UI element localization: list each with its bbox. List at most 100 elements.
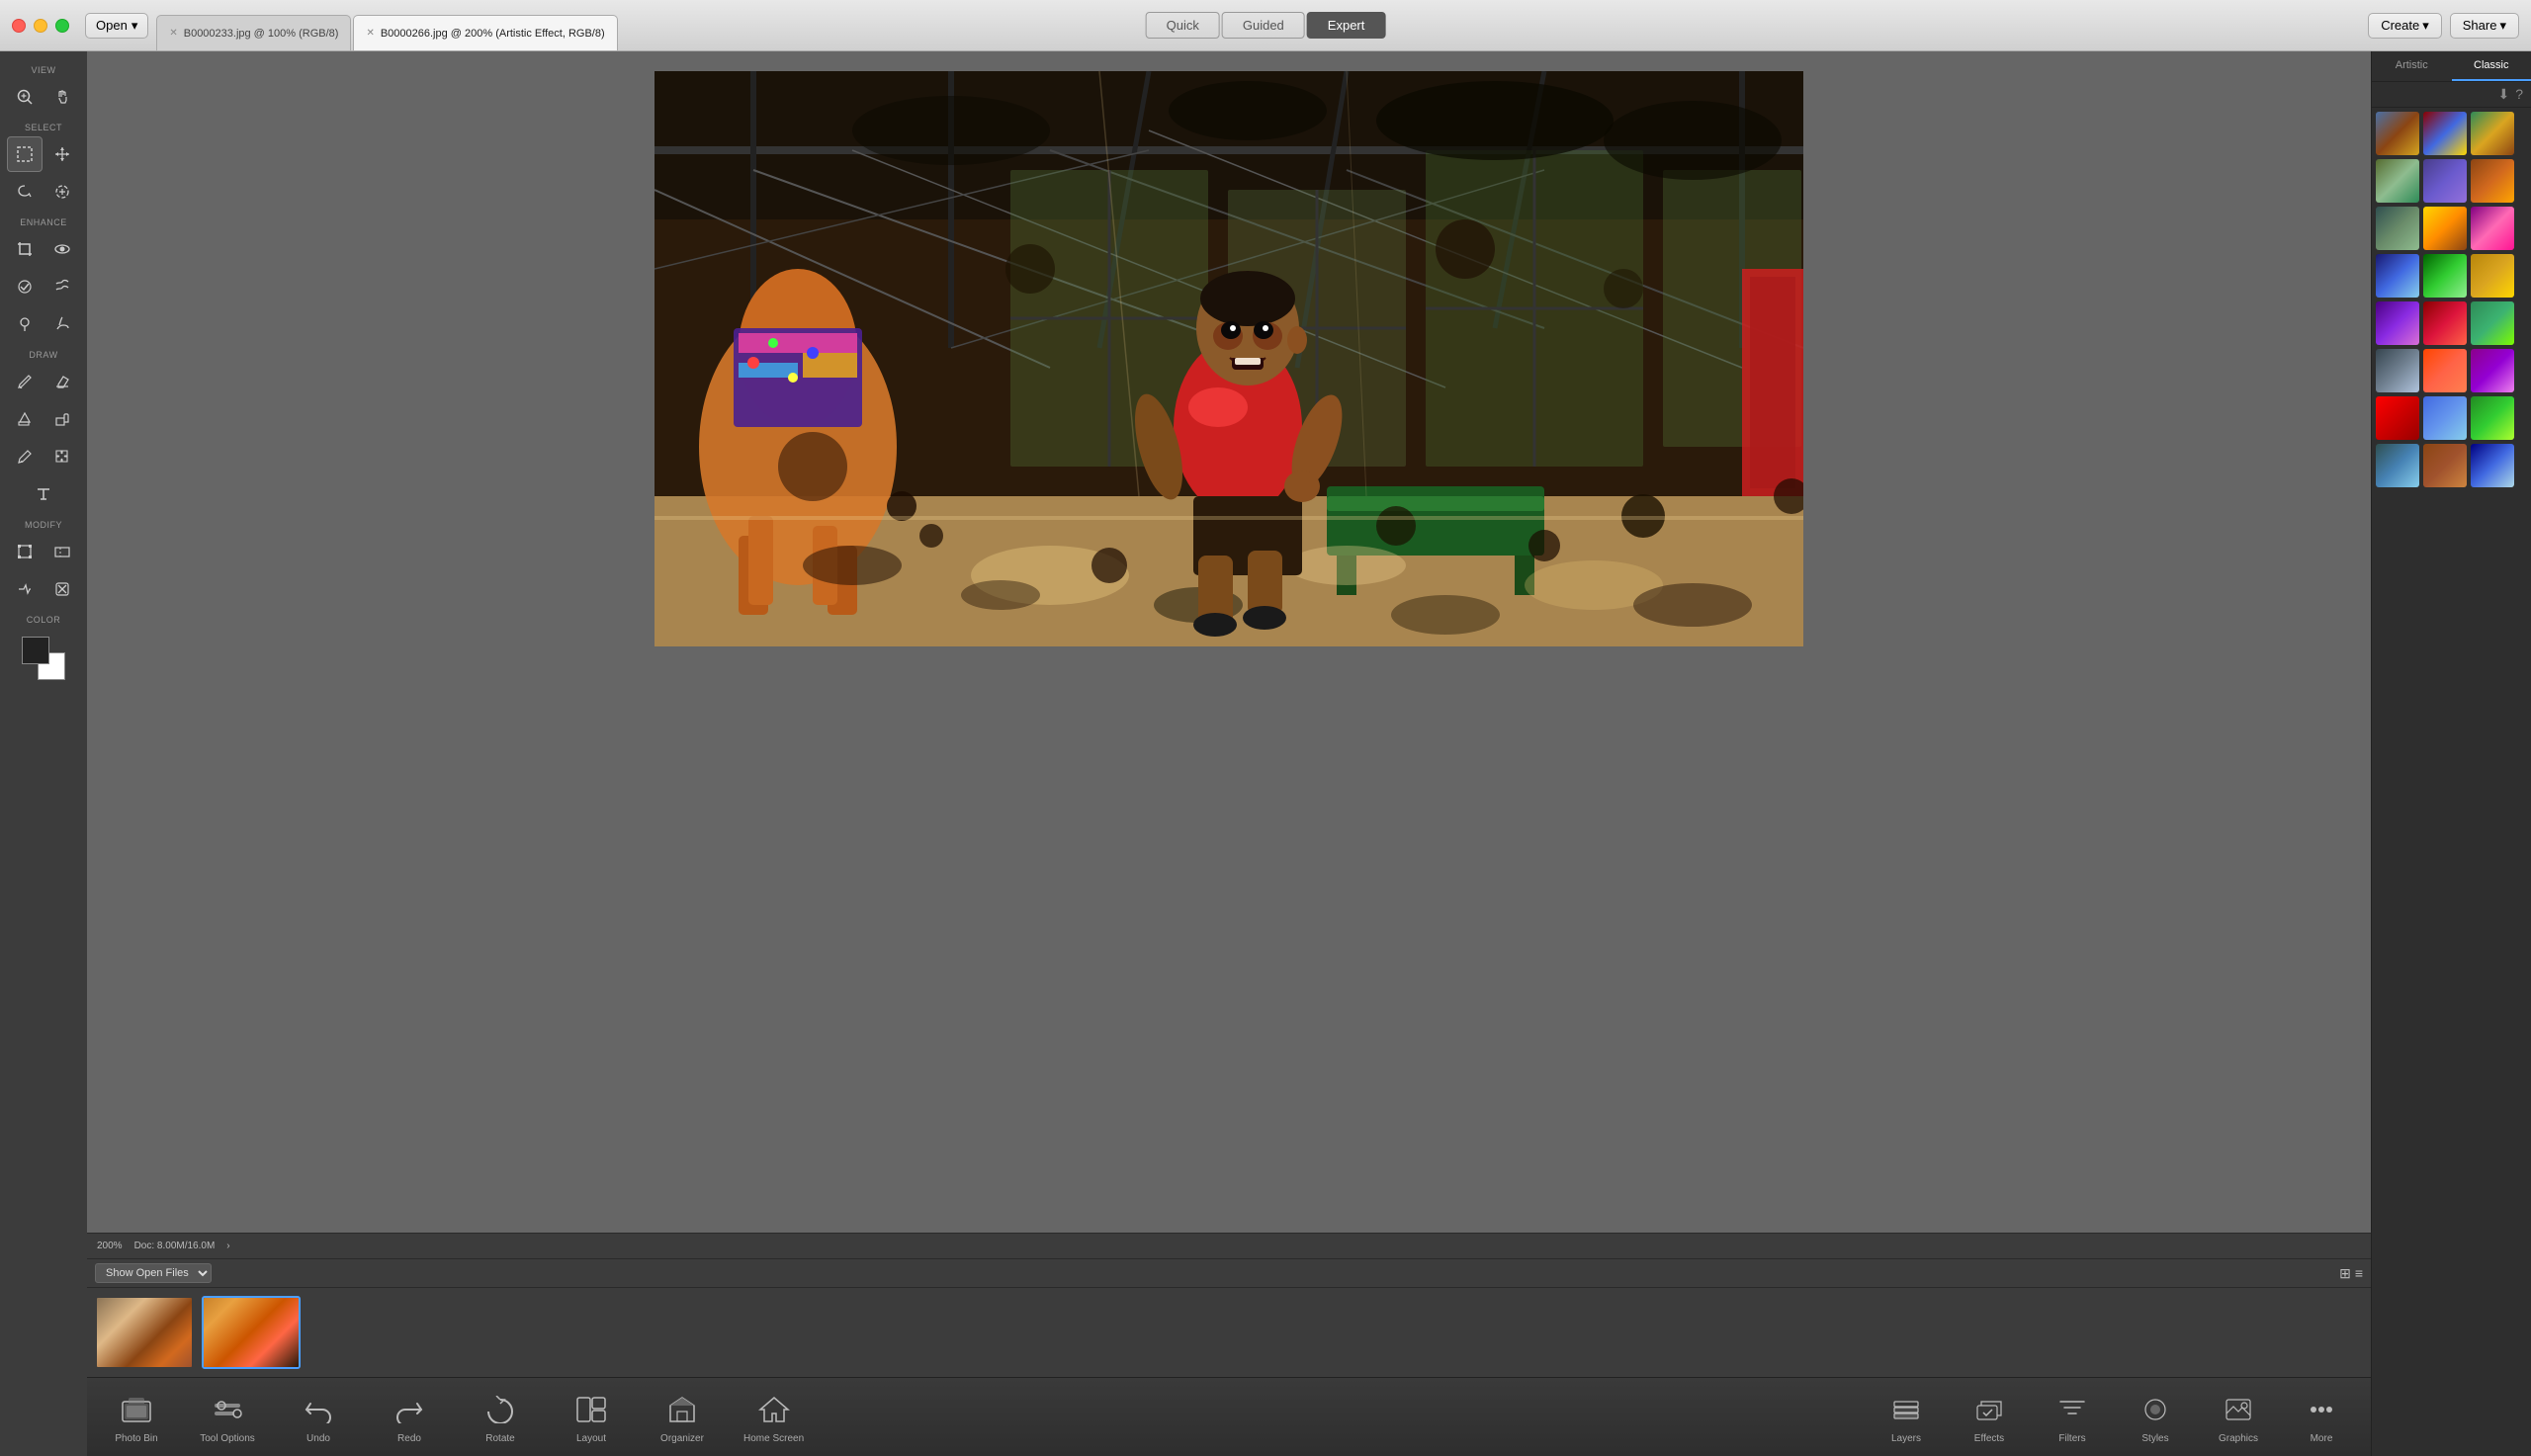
help-panel-icon[interactable]: ?	[2515, 86, 2523, 103]
filter-thumb-16[interactable]	[2376, 349, 2419, 392]
maximize-window-button[interactable]	[55, 19, 69, 33]
effects-panel-tool[interactable]: Effects	[1960, 1390, 2019, 1444]
brush-tool-button[interactable]	[7, 364, 43, 399]
artistic-tab[interactable]: Artistic	[2372, 51, 2452, 81]
minimize-window-button[interactable]	[34, 19, 47, 33]
smudge-icon	[53, 315, 71, 333]
filter-thumb-2[interactable]	[2423, 112, 2467, 155]
filter-thumb-19[interactable]	[2376, 396, 2419, 440]
filter-thumb-17[interactable]	[2423, 349, 2467, 392]
photo-bin-list-icon[interactable]: ≡	[2355, 1265, 2363, 1282]
zoom-tool-button[interactable]	[7, 79, 43, 115]
foreground-color-swatch[interactable]	[22, 637, 49, 664]
zoom-control[interactable]: 200%	[97, 1241, 123, 1251]
hand-tool-button[interactable]	[44, 79, 80, 115]
photo-bin-grid-icon[interactable]: ⊞	[2339, 1265, 2351, 1282]
show-files-select[interactable]: Show Open Files	[95, 1263, 212, 1283]
puzzle-button[interactable]	[44, 439, 80, 474]
filter-thumb-20[interactable]	[2423, 396, 2467, 440]
tab-2-close[interactable]: ✕	[366, 28, 374, 39]
warp-tool-button[interactable]	[44, 269, 80, 304]
filter-thumb-13[interactable]	[2376, 301, 2419, 345]
color-swatches[interactable]	[22, 637, 65, 680]
filter-thumb-22[interactable]	[2376, 444, 2419, 487]
filter-thumb-12[interactable]	[2471, 254, 2514, 298]
filter-thumb-7[interactable]	[2376, 207, 2419, 250]
guided-mode-button[interactable]: Guided	[1222, 12, 1305, 39]
pattern-stamp-button[interactable]	[44, 401, 80, 437]
create-button[interactable]: Create ▾	[2368, 13, 2442, 39]
eraser-tool-button[interactable]	[44, 364, 80, 399]
close-window-button[interactable]	[12, 19, 26, 33]
marquee-tool-button[interactable]	[7, 136, 43, 172]
select-section-label: SELECT	[4, 123, 83, 132]
smudge-button[interactable]	[44, 306, 80, 342]
share-button[interactable]: Share ▾	[2450, 13, 2519, 39]
quick-mode-button[interactable]: Quick	[1146, 12, 1220, 39]
move-tool-button[interactable]	[44, 136, 80, 172]
filter-thumb-18[interactable]	[2471, 349, 2514, 392]
paint-bucket-button[interactable]	[7, 401, 43, 437]
open-button[interactable]: Open ▾	[85, 13, 148, 39]
eyedropper-button[interactable]	[7, 439, 43, 474]
undo-tool[interactable]: Undo	[289, 1390, 348, 1444]
layers-panel-tool[interactable]: Layers	[1876, 1390, 1936, 1444]
enhance-section-label: ENHANCE	[4, 217, 83, 227]
filter-thumb-3[interactable]	[2471, 112, 2514, 155]
filter-thumb-9[interactable]	[2471, 207, 2514, 250]
recompose-button[interactable]	[44, 534, 80, 569]
pattern-stamp-icon	[53, 410, 71, 428]
tab-1-close[interactable]: ✕	[169, 28, 177, 39]
layout-tool[interactable]: Layout	[562, 1390, 621, 1444]
more-panel-tool[interactable]: More	[2292, 1390, 2351, 1444]
filter-thumb-24[interactable]	[2471, 444, 2514, 487]
photo-bin-icon	[117, 1390, 156, 1429]
spot-heal-button[interactable]	[7, 269, 43, 304]
undo-icon	[299, 1390, 338, 1429]
transform-tool-button[interactable]	[7, 534, 43, 569]
filter-thumb-5[interactable]	[2423, 159, 2467, 203]
content-aware-button[interactable]	[7, 571, 43, 607]
filter-row-3	[2376, 207, 2527, 250]
filter-thumb-1[interactable]	[2376, 112, 2419, 155]
filter-row-6	[2376, 349, 2527, 392]
filter-thumb-15[interactable]	[2471, 301, 2514, 345]
thumb-1[interactable]	[95, 1296, 194, 1369]
styles-panel-tool[interactable]: Styles	[2126, 1390, 2185, 1444]
more-label: More	[2311, 1433, 2333, 1444]
filter-thumb-4[interactable]	[2376, 159, 2419, 203]
healing-button[interactable]	[44, 571, 80, 607]
organizer-tool[interactable]: Organizer	[653, 1390, 712, 1444]
classic-tab[interactable]: Classic	[2452, 51, 2531, 81]
filter-thumb-6[interactable]	[2471, 159, 2514, 203]
home-screen-tool[interactable]: Home Screen	[743, 1390, 804, 1444]
rotate-tool[interactable]: Rotate	[471, 1390, 530, 1444]
tool-options-tool[interactable]: Tool Options	[198, 1390, 257, 1444]
filter-thumb-8[interactable]	[2423, 207, 2467, 250]
dodge-tool-button[interactable]	[7, 306, 43, 342]
filter-thumb-14[interactable]	[2423, 301, 2467, 345]
filter-thumb-10[interactable]	[2376, 254, 2419, 298]
doc-size: Doc: 8.00M/16.0M	[134, 1241, 216, 1251]
tab-1[interactable]: ✕ B0000233.jpg @ 100% (RGB/8)	[156, 15, 351, 50]
canvas-view[interactable]	[87, 51, 2371, 1233]
filter-thumb-11[interactable]	[2423, 254, 2467, 298]
filter-thumb-21[interactable]	[2471, 396, 2514, 440]
thumb-2[interactable]	[202, 1296, 301, 1369]
crop-tool-button[interactable]	[7, 231, 43, 267]
filter-thumb-23[interactable]	[2423, 444, 2467, 487]
draw-section-label: DRAW	[4, 350, 83, 360]
red-eye-button[interactable]	[44, 231, 80, 267]
expert-mode-button[interactable]: Expert	[1307, 12, 1386, 39]
download-panel-icon[interactable]: ⬇	[2497, 86, 2509, 103]
quick-select-button[interactable]	[44, 174, 80, 210]
redo-tool[interactable]: Redo	[380, 1390, 439, 1444]
graphics-panel-tool[interactable]: Graphics	[2209, 1390, 2268, 1444]
lasso-tool-button[interactable]	[7, 174, 43, 210]
zoom-icon	[16, 88, 34, 106]
filters-panel-tool[interactable]: Filters	[2043, 1390, 2102, 1444]
text-tool-button[interactable]	[26, 476, 61, 512]
photo-bin-tool[interactable]: Photo Bin	[107, 1390, 166, 1444]
warp-icon	[53, 278, 71, 296]
tab-2[interactable]: ✕ B0000266.jpg @ 200% (Artistic Effect, …	[353, 15, 617, 50]
